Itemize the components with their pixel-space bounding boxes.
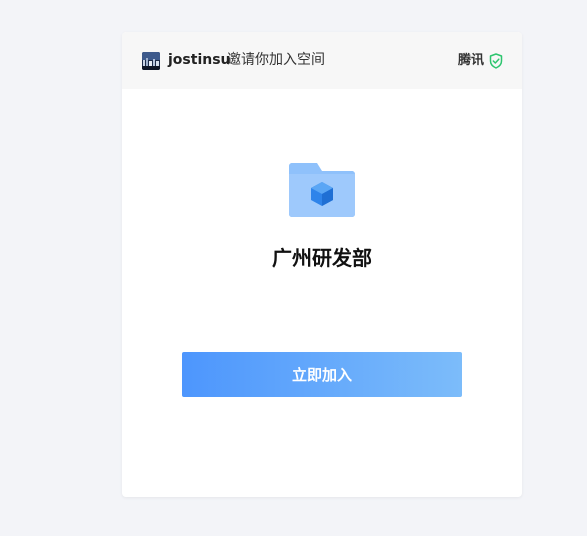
join-now-button[interactable]: 立即加入 [182, 352, 462, 397]
organization-name: 腾讯 [458, 53, 485, 68]
invite-message: 邀请你加入空间 [227, 52, 325, 68]
inviter-name: jostinsu [168, 52, 231, 68]
verified-shield-icon [489, 53, 503, 69]
invite-card: jostinsu 邀请你加入空间 腾讯 广州研发部 立即加入 [122, 32, 522, 497]
space-name: 广州研发部 [272, 246, 372, 270]
inviter-avatar [142, 52, 160, 70]
space-folder-icon [288, 162, 356, 218]
invite-header: jostinsu 邀请你加入空间 腾讯 [122, 32, 522, 89]
